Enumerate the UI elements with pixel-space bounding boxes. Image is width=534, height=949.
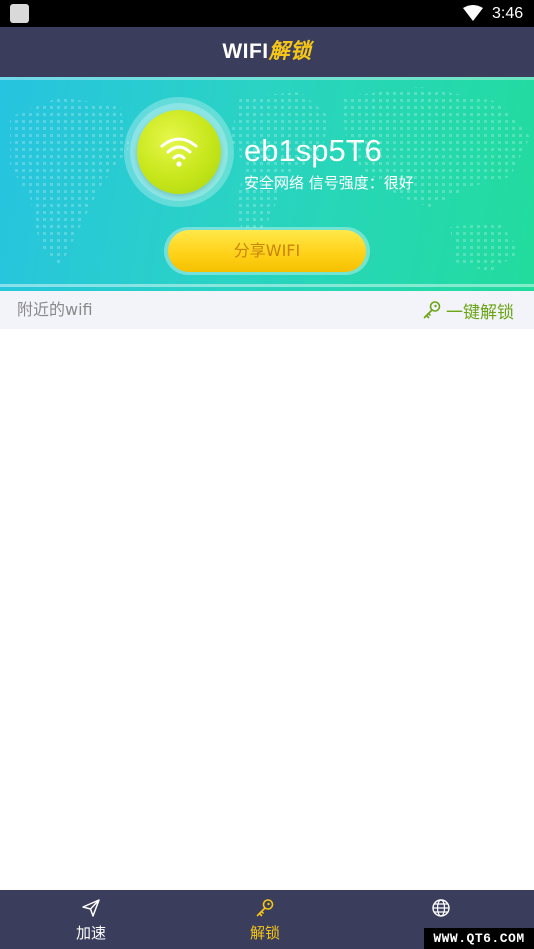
status-bar: 3:46 [0,0,534,27]
app-header: WIFI解锁 [0,27,534,77]
wifi-connection-orb[interactable] [137,110,221,194]
current-network-panel: eb1sp5T6 安全网络 信号强度：很好 分享WIFI [0,77,534,291]
share-wifi-button[interactable]: 分享WIFI [168,230,366,272]
network-status-text: 安全网络 信号强度：很好 [244,174,414,192]
one-click-unlock-label: 一键解锁 [446,302,514,323]
wifi-signal-icon [463,5,483,21]
key-icon [423,301,441,319]
watermark: WWW.QT6.COM [424,928,534,949]
nearby-wifi-label: 附近的wifi [17,300,93,319]
title-wifi: WIFI [222,40,269,63]
nav-item-unlock[interactable]: 解锁 [176,890,354,949]
nav-item-accelerate[interactable]: 加速 [2,890,180,949]
nav-label-accelerate: 加速 [75,924,106,942]
page-title: WIFI解锁 [222,40,311,64]
one-click-unlock-button[interactable]: 一键解锁 [422,299,514,323]
globe-icon [432,899,450,917]
key-icon [256,899,274,917]
nearby-wifi-list [0,329,534,890]
status-time: 3:46 [492,5,524,22]
notification-icon [10,4,29,23]
paper-plane-icon [82,899,100,917]
nav-label-unlock: 解锁 [249,924,280,942]
wifi-icon [160,137,198,167]
connected-ssid: eb1sp5T6 [244,133,382,168]
nearby-wifi-header: 附近的wifi 一键解锁 [0,291,534,329]
title-unlock: 解锁 [268,40,312,63]
